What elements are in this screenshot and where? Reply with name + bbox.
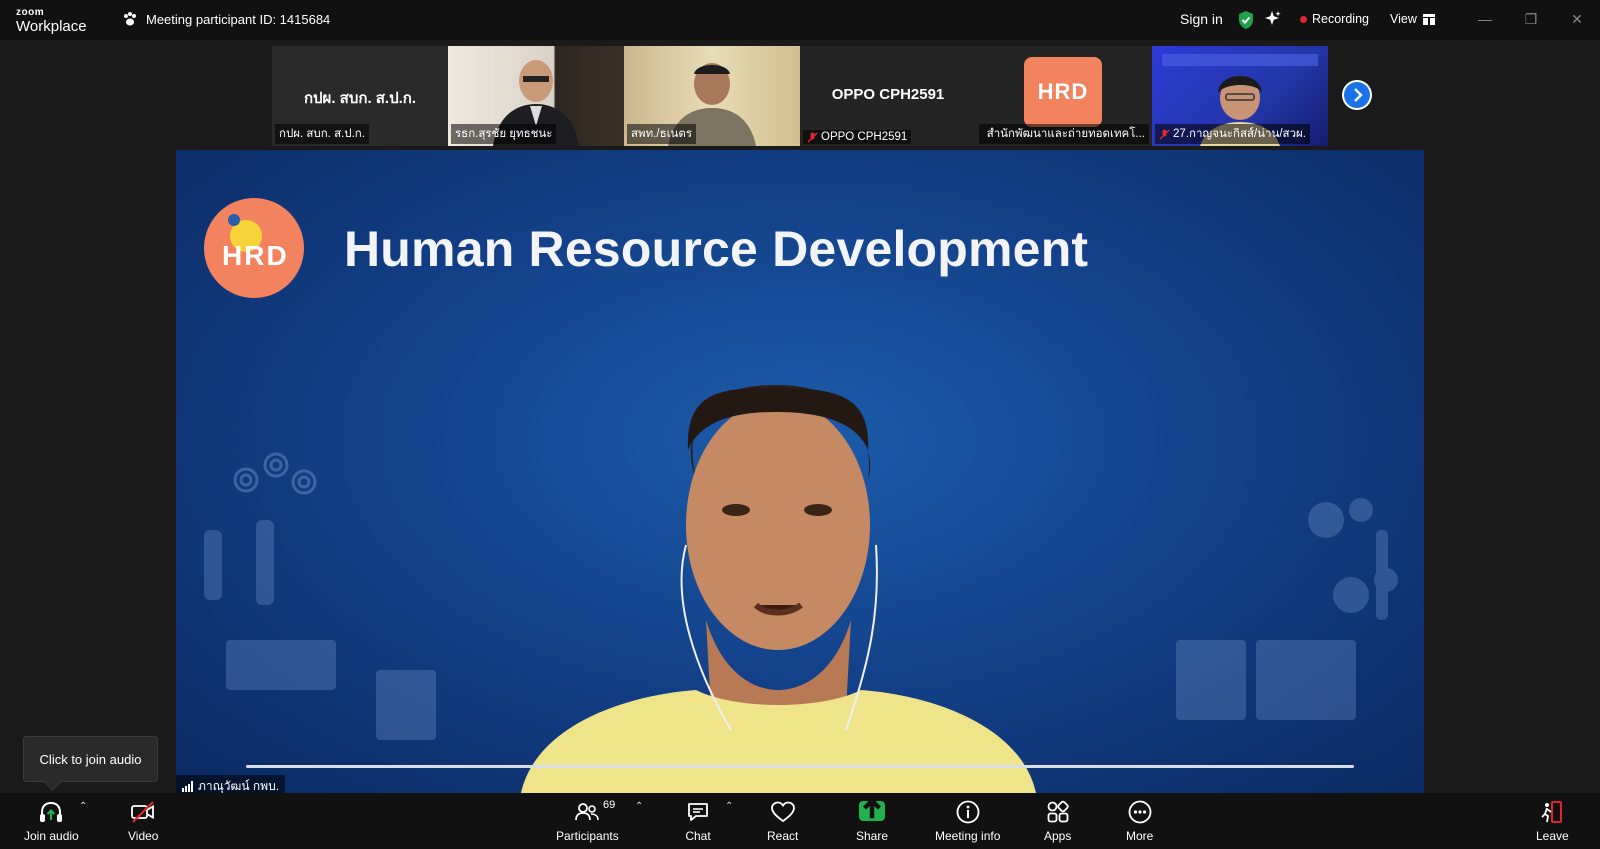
minimize-icon[interactable]: — — [1476, 10, 1494, 28]
meeting-info-button[interactable]: Meeting info — [935, 799, 1000, 843]
meeting-info-label: Meeting info — [935, 829, 1001, 843]
hrd-avatar: HRD — [1024, 57, 1102, 127]
tile-label: รธก.สุรชัย ยุทธชนะ — [451, 124, 557, 144]
react-button[interactable]: React — [767, 799, 798, 843]
next-page-button[interactable] — [1342, 80, 1372, 110]
mic-muted-icon — [807, 132, 818, 142]
more-label: More — [1126, 829, 1154, 843]
grid-view-icon — [1422, 13, 1435, 25]
tile-label-text: สพท./ธเนตร — [631, 128, 693, 140]
chat-button[interactable]: Chat — [685, 799, 711, 843]
participants-options-caret-icon[interactable]: ⌃ — [635, 801, 643, 812]
leave-door-icon — [1541, 801, 1563, 823]
apps-icon — [1047, 800, 1069, 823]
view-label: View — [1390, 12, 1417, 26]
video-off-icon — [131, 801, 155, 823]
zoom-logo: zoom Workplace — [16, 7, 87, 35]
view-button[interactable]: View — [1390, 12, 1435, 26]
video-button[interactable]: Video — [128, 799, 158, 843]
signal-strength-icon — [182, 781, 193, 792]
meeting-toolbar: Join audio ⌃ Video Participants 69 ⌃ Cha… — [0, 793, 1600, 849]
participants-icon — [575, 803, 600, 821]
apps-button[interactable]: Apps — [1044, 799, 1071, 843]
recording-label: Recording — [1312, 12, 1369, 26]
tile-label: สำนักพัฒนาและถ่ายทอดเทคโ... — [979, 124, 1149, 144]
ai-companion-icon[interactable] — [1264, 10, 1282, 28]
tile-label: 27.กาญจนะกิสส์/น่าน/สวผ. — [1155, 124, 1310, 144]
tile-label: OPPO CPH2591 — [803, 130, 912, 144]
shield-icon[interactable] — [1237, 10, 1255, 30]
heart-icon — [770, 801, 795, 823]
tile-label-text: กปผ. สบก. ส.ป.ก. — [279, 128, 365, 140]
sign-in-link[interactable]: Sign in — [1180, 11, 1223, 27]
meeting-id-text: Meeting participant ID: 1415684 — [146, 11, 331, 27]
paw-icon — [124, 12, 136, 26]
tile-label: สพท./ธเนตร — [627, 124, 697, 144]
participant-tile[interactable]: OPPO CPH2591 OPPO CPH2591 — [800, 46, 976, 146]
participant-tile[interactable]: สพท./ธเนตร — [624, 46, 800, 146]
hrd-logo-text: HRD — [222, 240, 289, 271]
mic-muted-icon — [983, 133, 984, 135]
chat-icon — [688, 803, 708, 821]
video-label: Video — [128, 829, 159, 843]
join-audio-label: Join audio — [24, 829, 79, 843]
join-audio-tooltip: Click to join audio — [23, 736, 158, 782]
participants-count: 69 — [603, 799, 616, 811]
title-bar: zoom Workplace Meeting participant ID: 1… — [0, 0, 1600, 40]
react-label: React — [767, 829, 799, 843]
join-audio-button[interactable]: Join audio — [24, 799, 79, 843]
tile-center-name: OPPO CPH2591 — [831, 86, 945, 103]
apps-label: Apps — [1044, 829, 1072, 843]
tile-center-name: กปผ. สบก. ส.ป.ก. — [303, 90, 417, 107]
participants-label: Participants — [556, 829, 619, 843]
share-button[interactable]: Share — [856, 797, 889, 843]
more-icon — [1128, 800, 1152, 824]
chat-label: Chat — [685, 829, 711, 843]
headphones-icon — [40, 801, 63, 822]
recording-dot-icon — [1300, 15, 1307, 23]
brand-large: Workplace — [16, 18, 87, 35]
more-button[interactable]: More — [1126, 799, 1153, 843]
chevron-right-icon — [1344, 82, 1370, 108]
tile-label-text: OPPO CPH2591 — [821, 131, 908, 143]
tooltip-text: Click to join audio — [39, 751, 142, 767]
share-label: Share — [856, 829, 889, 843]
share-screen-icon — [859, 797, 886, 821]
participant-tile[interactable]: รธก.สุรชัย ยุทธชนะ — [448, 46, 624, 146]
participant-strip: กปผ. สบก. ส.ป.ก. กปผ. สบก. ส.ป.ก. รธก.สุ… — [272, 46, 1328, 146]
tile-label: กปผ. สบก. ส.ป.ก. — [275, 124, 369, 144]
brand-small: zoom — [16, 7, 45, 18]
participant-tile[interactable]: กปผ. สบก. ส.ป.ก. กปผ. สบก. ส.ป.ก. — [272, 46, 448, 146]
close-icon[interactable]: ✕ — [1568, 10, 1586, 28]
active-speaker-video: HRD Human Resource Development — [176, 150, 1424, 793]
leave-label: Leave — [1536, 829, 1569, 843]
tile-label-text: 27.กาญจนะกิสส์/น่าน/สวผ. — [1173, 128, 1306, 140]
participant-tile[interactable]: 27.กาญจนะกิสส์/น่าน/สวผ. — [1152, 46, 1328, 146]
hrd-logo: HRD — [204, 198, 304, 298]
leave-button[interactable]: Leave — [1536, 799, 1569, 843]
slide-title: Human Resource Development — [344, 221, 1089, 277]
tile-label-text: รธก.สุรชัย ยุทธชนะ — [455, 128, 553, 140]
info-icon — [956, 800, 980, 824]
hrd-avatar-text: HRD — [1037, 79, 1089, 104]
audio-options-caret-icon[interactable]: ⌃ — [79, 801, 87, 812]
mic-muted-icon — [1159, 129, 1170, 139]
recording-indicator[interactable]: Recording — [1300, 12, 1369, 26]
tile-label-text: สำนักพัฒนาและถ่ายทอดเทคโ... — [986, 128, 1145, 140]
slide-divider — [246, 765, 1354, 768]
chat-options-caret-icon[interactable]: ⌃ — [725, 801, 733, 812]
meeting-info-label: Meeting participant ID: 1415684 — [122, 11, 330, 27]
participant-tile[interactable]: HRD สำนักพัฒนาและถ่ายทอดเทคโ... — [976, 46, 1152, 146]
restore-icon[interactable]: ❐ — [1522, 10, 1540, 28]
